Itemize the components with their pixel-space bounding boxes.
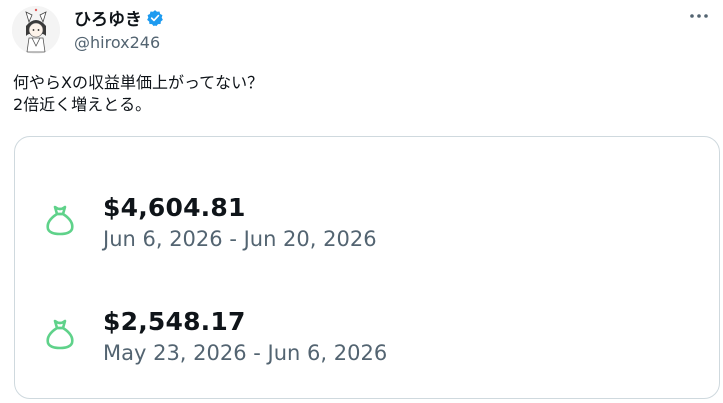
- earning-amount: $2,548.17: [103, 307, 246, 336]
- more-options-button[interactable]: [685, 2, 713, 30]
- tweet-text: 何やらXの収益単価上がってない？ 2倍近く増えとる。: [13, 72, 263, 116]
- earning-amount: $4,604.81: [103, 193, 246, 222]
- author-handle[interactable]: @hirox246: [74, 33, 160, 52]
- money-bag-icon: [46, 319, 74, 350]
- tweet-text-line-2: 2倍近く増えとる。: [13, 95, 152, 114]
- author-name-row: ひろゆき: [74, 5, 164, 30]
- verified-badge-icon: [146, 9, 164, 27]
- earnings-card[interactable]: $4,604.81 Jun 6, 2026 - Jun 20, 2026 $2,…: [14, 136, 720, 399]
- more-dots-icon: [690, 14, 708, 18]
- earning-date-range: May 23, 2026 - Jun 6, 2026: [103, 341, 388, 365]
- money-bag-icon: [46, 205, 74, 236]
- display-name[interactable]: ひろゆき: [74, 5, 142, 30]
- earning-date-range: Jun 6, 2026 - Jun 20, 2026: [103, 227, 377, 251]
- avatar-illustration-icon: [12, 6, 60, 54]
- avatar[interactable]: [12, 6, 60, 54]
- tweet-text-line-1: 何やらXの収益単価上がってない？: [13, 73, 264, 92]
